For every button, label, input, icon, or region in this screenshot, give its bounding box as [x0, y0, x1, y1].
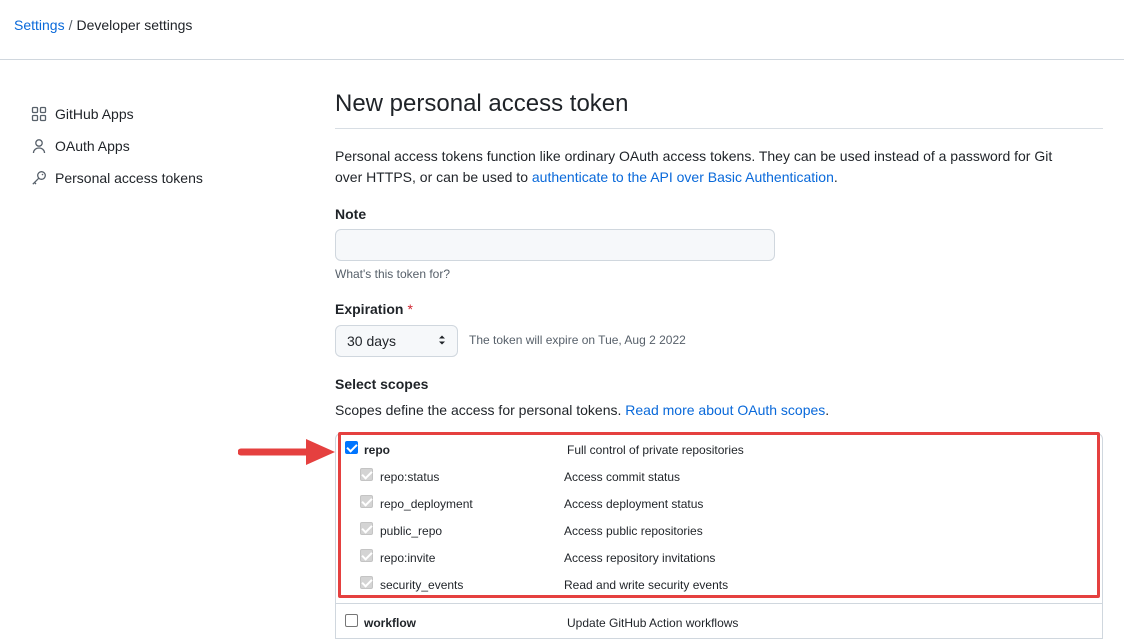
- scope-description: Access public repositories: [564, 523, 703, 538]
- scope-description: Access deployment status: [564, 496, 704, 511]
- security-events-checkbox[interactable]: [360, 576, 373, 592]
- scope-name: repo:status: [380, 469, 440, 484]
- scope-row-repo-status: repo:status Access commit status: [335, 463, 1103, 490]
- page-description: Personal access tokens function like ord…: [335, 146, 1075, 188]
- scope-description: Read and write security events: [564, 577, 729, 592]
- scope-row-workflow: workflow Update GitHub Action workflows: [335, 609, 1103, 636]
- page-title: New personal access token: [335, 86, 1103, 129]
- annotation-arrow-icon: [238, 439, 335, 465]
- repo-status-checkbox[interactable]: [360, 468, 373, 484]
- scope-name: repo_deployment: [380, 496, 473, 511]
- sidebar: GitHub Apps OAuth Apps Personal access t…: [30, 98, 270, 194]
- sidebar-item-label: Personal access tokens: [55, 170, 203, 186]
- scope-name: public_repo: [380, 523, 443, 538]
- breadcrumb-settings-link[interactable]: Settings: [14, 17, 65, 33]
- scope-name: security_events: [380, 577, 464, 592]
- note-input[interactable]: [335, 229, 775, 261]
- note-label: Note: [335, 206, 367, 222]
- sidebar-item-github-apps[interactable]: GitHub Apps: [30, 98, 270, 130]
- expiration-label: Expiration *: [335, 301, 413, 317]
- scopes-description: Scopes define the access for personal to…: [335, 402, 829, 418]
- scope-row-repo: repo Full control of private repositorie…: [335, 436, 1103, 463]
- scope-name: repo:invite: [380, 550, 436, 565]
- repo-deployment-checkbox[interactable]: [360, 495, 373, 511]
- scope-description: Full control of private repositories: [567, 442, 744, 457]
- person-icon: [30, 137, 48, 155]
- scope-name: repo: [364, 442, 391, 457]
- scope-description: Access commit status: [564, 469, 681, 484]
- sidebar-item-label: GitHub Apps: [55, 106, 134, 122]
- expiration-select[interactable]: 30 days: [335, 325, 458, 357]
- scopes-label: Select scopes: [335, 376, 429, 392]
- required-mark: *: [407, 301, 413, 317]
- scope-row-security-events: security_events Read and write security …: [335, 571, 1103, 598]
- sidebar-item-oauth-apps[interactable]: OAuth Apps: [30, 130, 270, 162]
- sidebar-item-label: OAuth Apps: [55, 138, 130, 154]
- breadcrumb: Settings / Developer settings: [14, 17, 192, 33]
- expiration-selected-value: 30 days: [347, 333, 397, 349]
- sidebar-item-personal-access-tokens[interactable]: Personal access tokens: [30, 162, 270, 194]
- expiration-label-text: Expiration: [335, 301, 404, 317]
- scopes-link-suffix: .: [825, 402, 830, 418]
- expiration-info: The token will expire on Tue, Aug 2 2022: [469, 333, 686, 347]
- basic-auth-link[interactable]: authenticate to the API over Basic Authe…: [532, 169, 834, 185]
- repo-invite-checkbox[interactable]: [360, 549, 373, 565]
- key-icon: [30, 169, 48, 187]
- oauth-scopes-link[interactable]: Read more about OAuth scopes: [625, 402, 825, 418]
- scope-row-repo-deployment: repo_deployment Access deployment status: [335, 490, 1103, 517]
- breadcrumb-current: Developer settings: [76, 17, 193, 33]
- scope-row-public-repo: public_repo Access public repositories: [335, 517, 1103, 544]
- main-content: New personal access token Personal acces…: [335, 86, 1103, 639]
- scope-name: workflow: [364, 615, 417, 630]
- description-suffix: .: [833, 169, 838, 185]
- apps-grid-icon: [30, 105, 48, 123]
- workflow-checkbox[interactable]: [345, 614, 358, 630]
- breadcrumb-separator: /: [68, 17, 73, 33]
- top-bar: Settings / Developer settings: [0, 0, 1124, 60]
- public-repo-checkbox[interactable]: [360, 522, 373, 538]
- scopes-description-text: Scopes define the access for personal to…: [335, 402, 626, 418]
- repo-checkbox[interactable]: [345, 441, 358, 457]
- note-hint: What's this token for?: [335, 267, 451, 281]
- scope-description: Update GitHub Action workflows: [567, 615, 739, 630]
- select-arrows-icon: [438, 333, 446, 349]
- scope-description: Access repository invitations: [564, 550, 716, 565]
- scope-row-repo-invite: repo:invite Access repository invitation…: [335, 544, 1103, 571]
